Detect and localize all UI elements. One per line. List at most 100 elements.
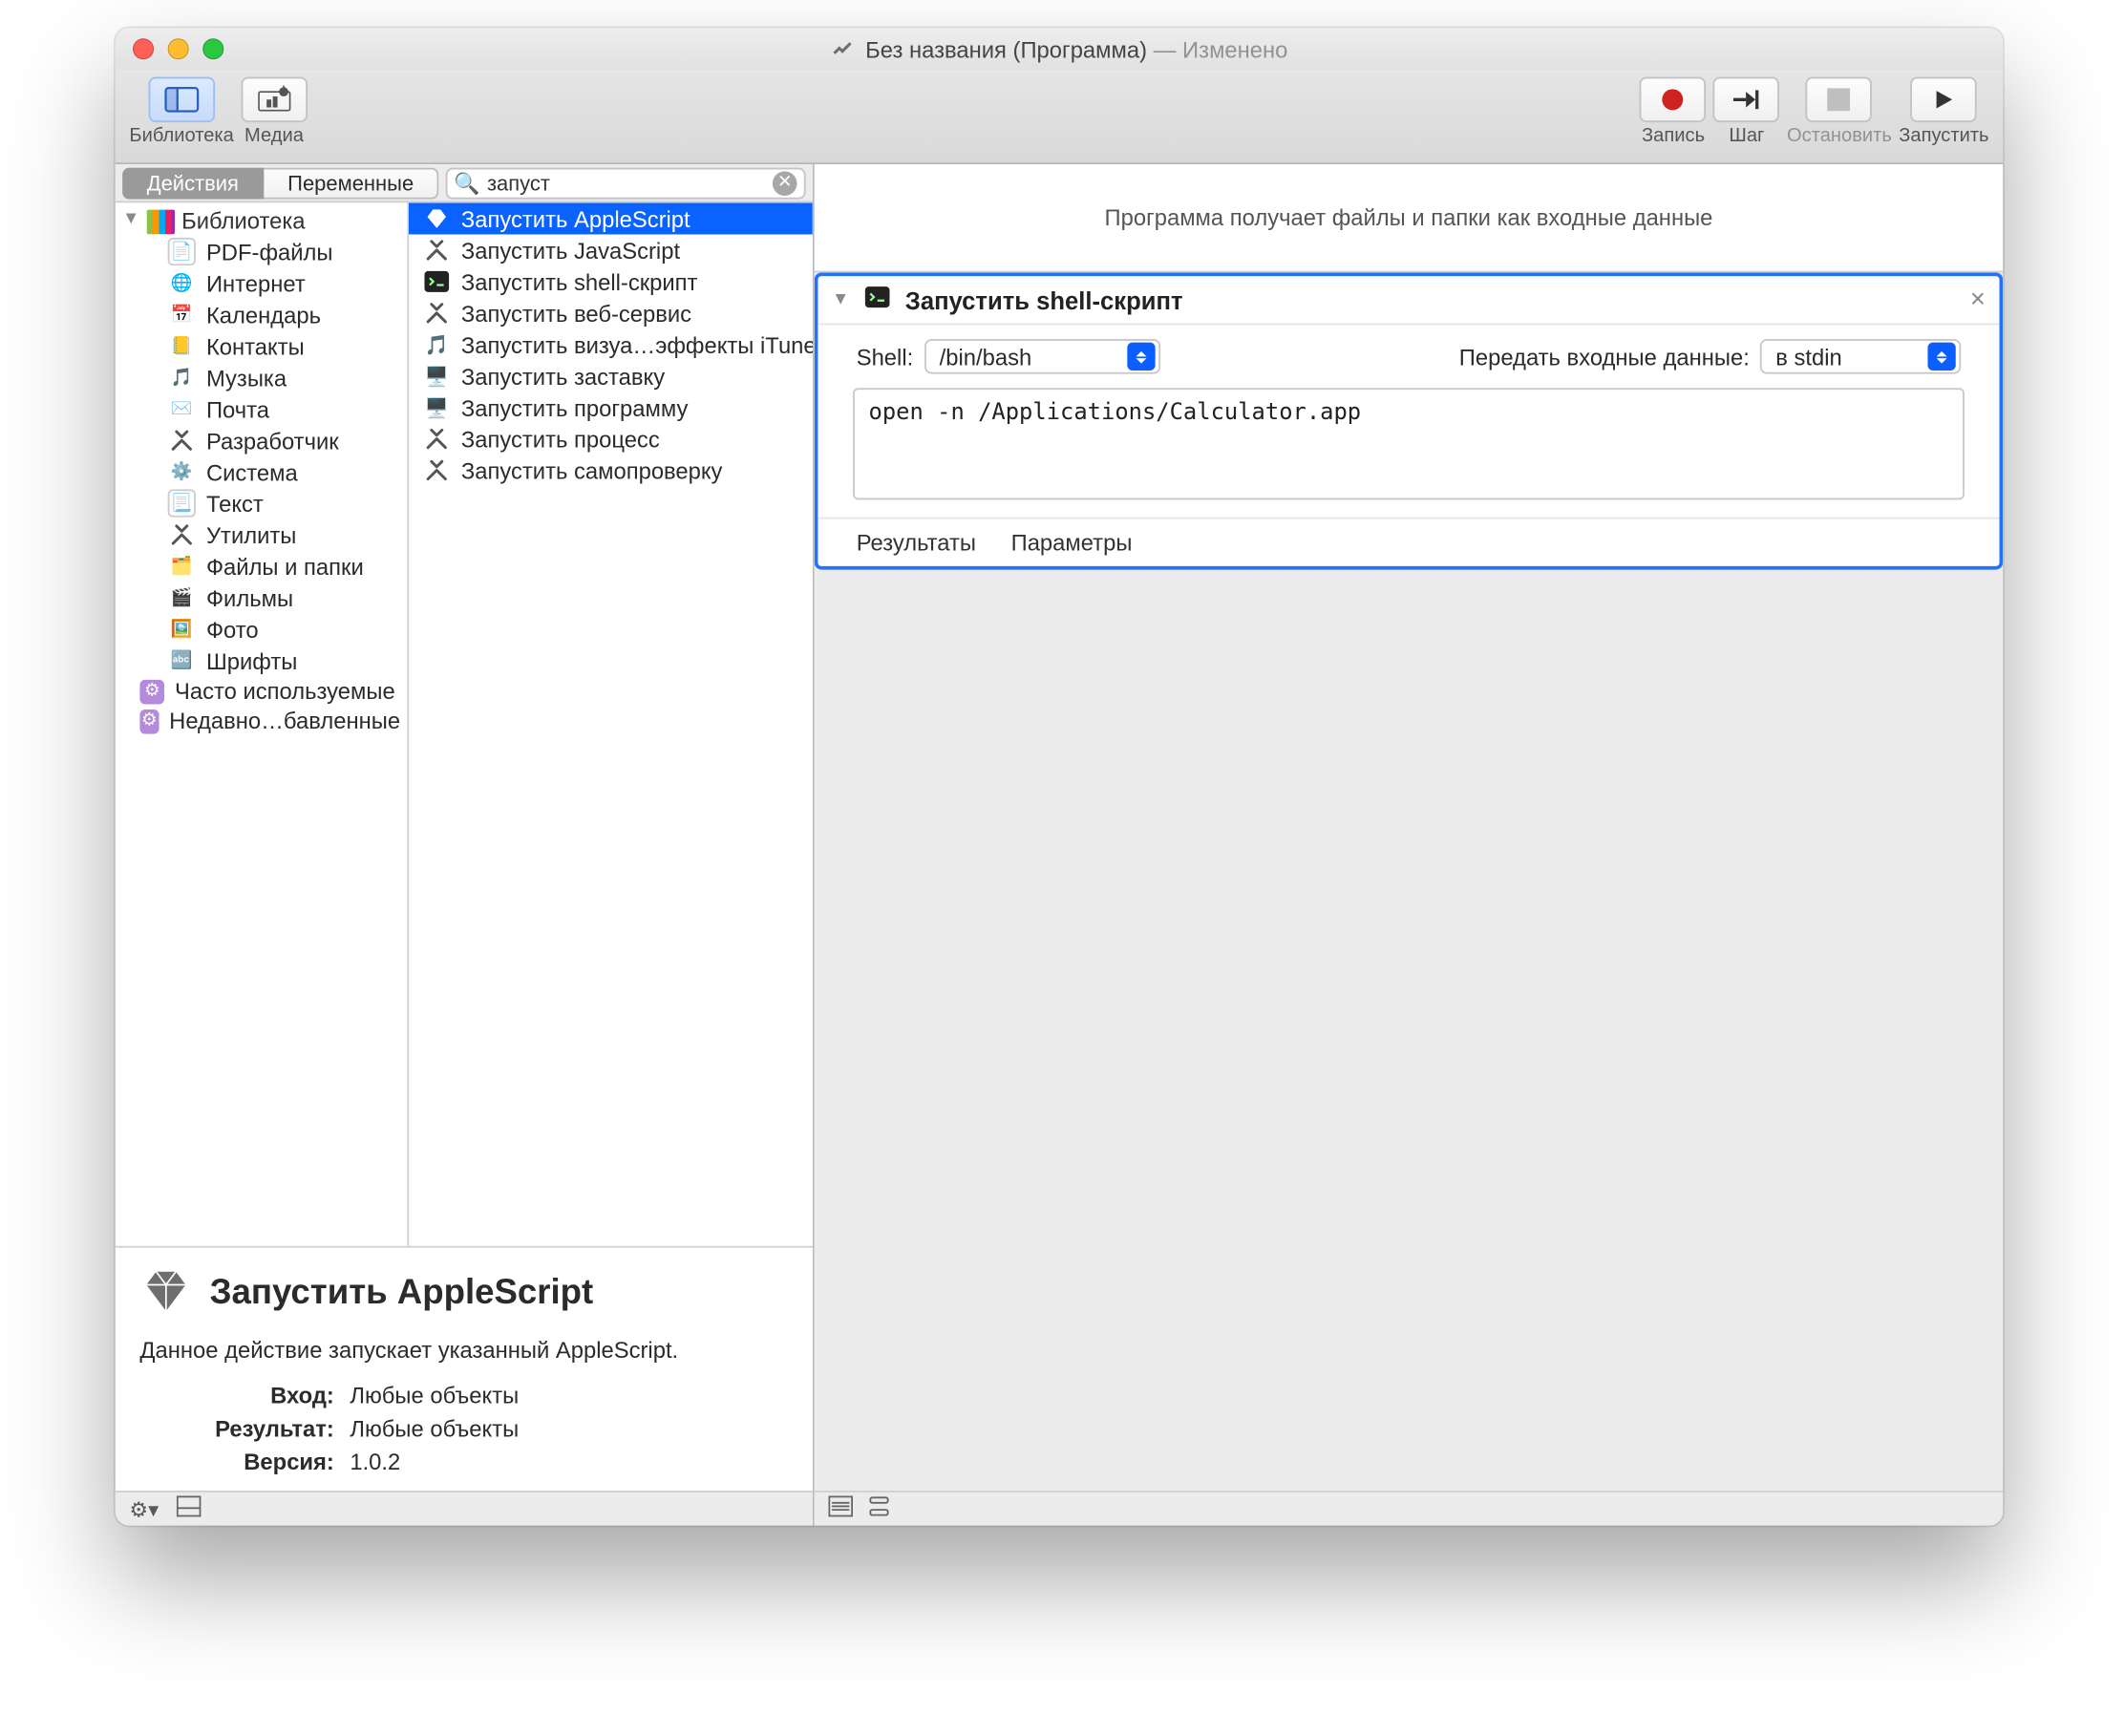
action-webservice[interactable]: Запустить веб-сервис [409, 297, 813, 328]
categories-list[interactable]: ▼ Библиотека 📄PDF-файлы 🌐Интернет 📅Кален… [116, 202, 409, 1246]
gear-icon: ⚙️ [168, 457, 196, 485]
category-pdf[interactable]: 📄PDF-файлы [116, 236, 408, 267]
minimize-window-button[interactable] [168, 38, 189, 59]
stop-button [1806, 77, 1873, 123]
remove-action-button[interactable]: × [1970, 285, 1986, 314]
category-fonts[interactable]: 🔤Шрифты [116, 645, 408, 676]
workflow-input-description: Программа получает файлы и папки как вхо… [815, 164, 2003, 272]
toolbar: Библиотека Медиа Запись Шаг Остановить З… [116, 70, 2003, 164]
shell-script-editor[interactable]: open -n /Applications/Calculator.app [853, 388, 1965, 499]
action-launch-process[interactable]: Запустить процесс [409, 423, 813, 455]
category-contacts[interactable]: 📒Контакты [116, 330, 408, 362]
log-view-button[interactable] [828, 1495, 853, 1521]
search-value: запуст [487, 170, 550, 195]
category-movies[interactable]: 🎬Фильмы [116, 582, 408, 613]
record-label: Запись [1642, 126, 1705, 147]
smart-folder-icon: ⚙ [139, 709, 159, 733]
library-label: Библиотека [129, 126, 233, 147]
screensaver-icon: 🖥️ [423, 362, 451, 390]
globe-icon: 🌐 [168, 269, 196, 297]
left-bottom-bar: ⚙︎▾ [116, 1491, 813, 1526]
close-window-button[interactable] [133, 38, 154, 59]
disclosure-triangle-icon[interactable]: ▼ [832, 290, 849, 309]
category-root[interactable]: ▼ Библиотека [116, 206, 408, 236]
media-button[interactable] [241, 77, 308, 123]
toggle-info-button[interactable] [176, 1495, 201, 1521]
search-input[interactable]: 🔍 запуст ✕ [445, 167, 806, 199]
itunes-icon: 🎵 [423, 330, 451, 358]
media-label: Медиа [244, 126, 304, 147]
disclosure-triangle-icon[interactable]: ▼ [122, 210, 139, 229]
step-button[interactable] [1713, 77, 1780, 123]
category-developer[interactable]: Разработчик [116, 425, 408, 456]
library-tabpill: Действия Переменные [122, 167, 438, 199]
music-icon: 🎵 [168, 364, 196, 392]
action-screensaver[interactable]: 🖥️Запустить заставку [409, 360, 813, 392]
category-calendar[interactable]: 📅Календарь [116, 299, 408, 330]
pdf-icon: 📄 [168, 238, 196, 265]
info-description: Данное действие запускает указанный Appl… [139, 1337, 788, 1363]
gear-menu-button[interactable]: ⚙︎▾ [129, 1496, 159, 1521]
actions-list[interactable]: Запустить AppleScript Запустить JavaScri… [409, 202, 813, 1246]
hammers-icon [168, 427, 196, 455]
action-applescript[interactable]: Запустить AppleScript [409, 202, 813, 234]
category-utilities[interactable]: Утилиты [116, 519, 408, 551]
terminal-icon [863, 283, 891, 316]
step-label: Шаг [1729, 126, 1764, 147]
category-files[interactable]: 🗂️Файлы и папки [116, 550, 408, 582]
action-shell[interactable]: Запустить shell-скрипт [409, 265, 813, 297]
contacts-icon: 📒 [168, 332, 196, 360]
category-internet[interactable]: 🌐Интернет [116, 267, 408, 299]
category-mail[interactable]: ✉️Почта [116, 393, 408, 425]
category-photo[interactable]: 🖼️Фото [116, 613, 408, 645]
search-icon: 🔍 [454, 170, 479, 195]
finder-icon: 🗂️ [168, 552, 196, 580]
dropdown-icon [1126, 343, 1154, 370]
tab-variables[interactable]: Переменные [264, 167, 438, 199]
run-label: Запустить [1899, 126, 1988, 147]
action-itunes-visual[interactable]: 🎵Запустить визуа…эффекты iTunes [409, 328, 813, 360]
mail-icon: ✉️ [168, 395, 196, 423]
category-system[interactable]: ⚙️Система [116, 456, 408, 488]
run-button[interactable] [1911, 77, 1978, 123]
stop-label: Остановить [1787, 126, 1892, 147]
workflow-view-button[interactable] [867, 1495, 892, 1521]
shell-select[interactable]: /bin/bash [924, 339, 1159, 374]
hammers-icon [423, 425, 451, 453]
window-title: Без названия (Программа) [865, 36, 1147, 62]
hammers-icon [423, 456, 451, 484]
titlebar: Без названия (Программа) — Изменено [116, 28, 2003, 70]
info-title: Запустить AppleScript [210, 1274, 594, 1314]
category-most-used[interactable]: ⚙Часто используемые [116, 676, 408, 706]
action-javascript[interactable]: Запустить JavaScript [409, 234, 813, 265]
workflow-action-card[interactable]: ▼ Запустить shell-скрипт × Shell: /bin/b… [815, 272, 2003, 569]
library-icon [147, 209, 175, 234]
library-button[interactable] [148, 77, 215, 123]
calendar-icon: 📅 [168, 301, 196, 328]
record-button[interactable] [1640, 77, 1707, 123]
photo-icon: 🖼️ [168, 615, 196, 643]
tab-results[interactable]: Результаты [857, 529, 976, 555]
terminal-icon [423, 267, 451, 295]
category-text[interactable]: 📃Текст [116, 488, 408, 519]
pass-input-select[interactable]: в stdin [1760, 339, 1961, 374]
font-icon: 🔤 [168, 646, 196, 674]
category-recently-added[interactable]: ⚙Недавно…бавленные [116, 706, 408, 735]
tab-actions[interactable]: Действия [122, 167, 263, 199]
action-launch-app[interactable]: 🖥️Запустить программу [409, 392, 813, 423]
tab-parameters[interactable]: Параметры [1011, 529, 1133, 555]
finder-icon: 🖥️ [423, 393, 451, 421]
hammers-icon [423, 299, 451, 327]
action-card-title: Запустить shell-скрипт [905, 286, 1183, 313]
movie-icon: 🎬 [168, 583, 196, 611]
dropdown-icon [1927, 343, 1955, 370]
category-music[interactable]: 🎵Музыка [116, 362, 408, 393]
pass-input-label: Передать входные данные: [1459, 344, 1750, 370]
window-status: — Изменено [1154, 36, 1288, 62]
clear-search-button[interactable]: ✕ [773, 170, 797, 195]
zoom-window-button[interactable] [202, 38, 223, 59]
action-selftest[interactable]: Запустить самопроверку [409, 455, 813, 486]
hammers-icon [168, 520, 196, 548]
text-icon: 📃 [168, 489, 196, 517]
info-table: Вход:Любые объекты Результат:Любые объек… [210, 1377, 524, 1480]
